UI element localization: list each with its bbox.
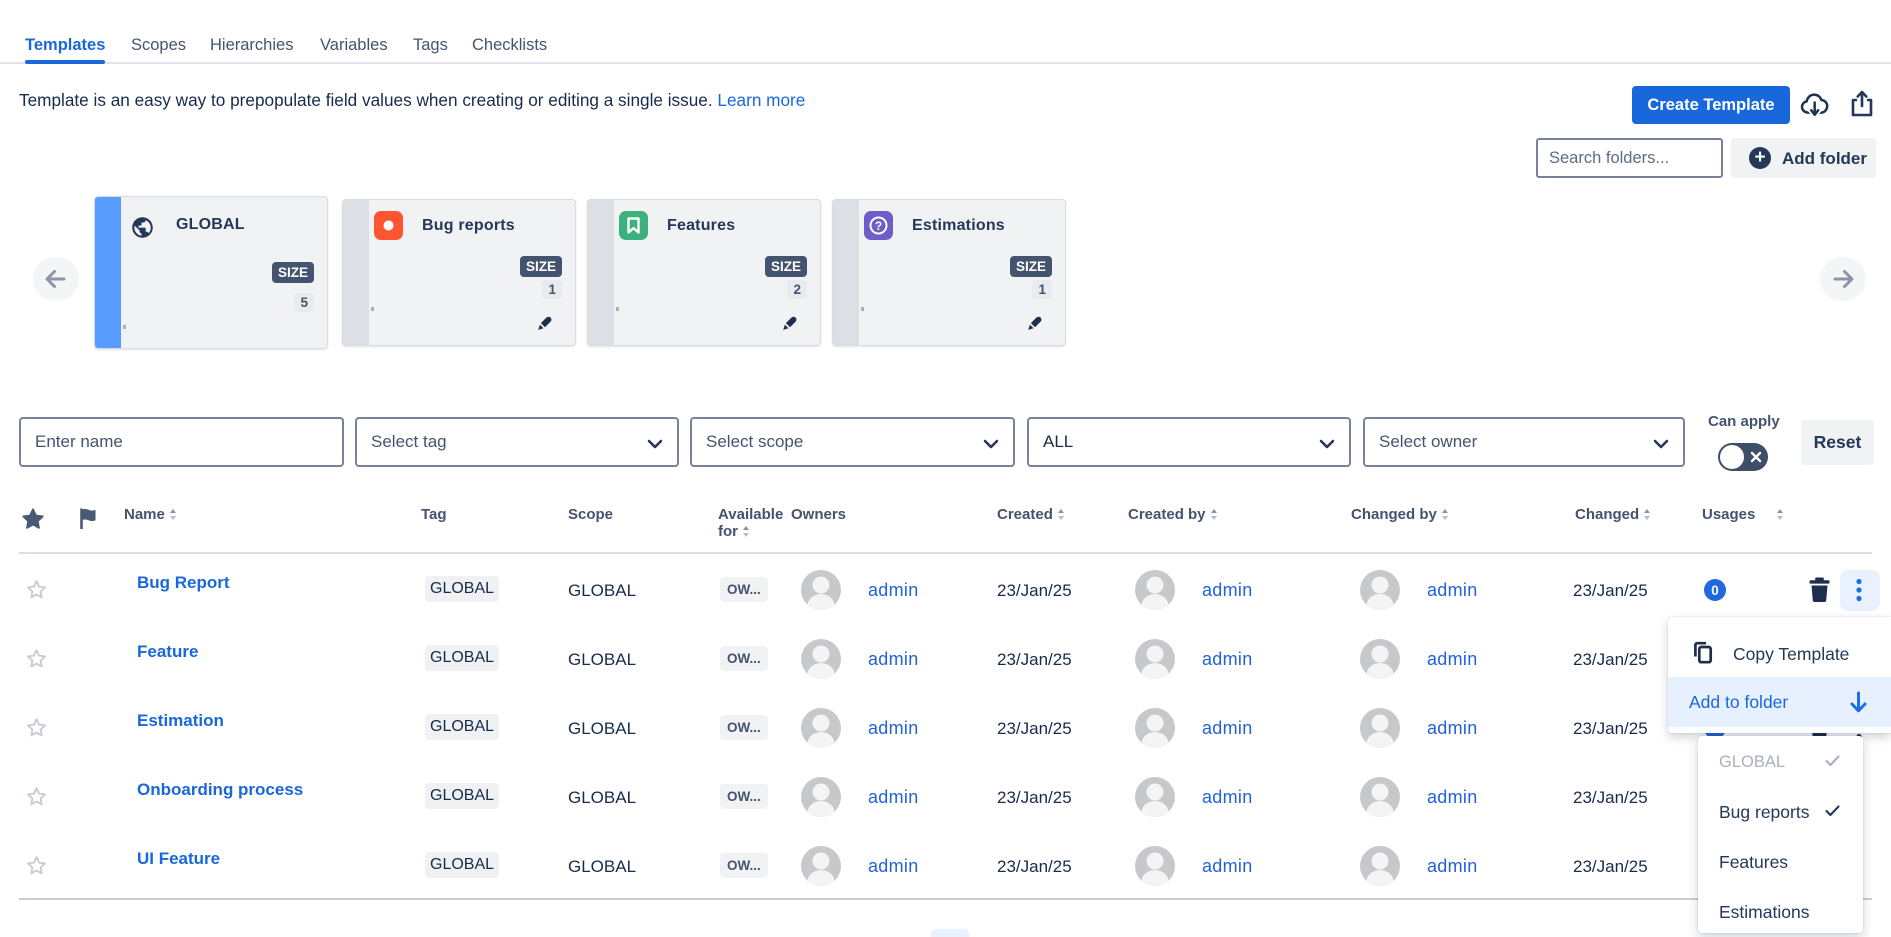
svg-text:?: ? <box>875 219 882 233</box>
